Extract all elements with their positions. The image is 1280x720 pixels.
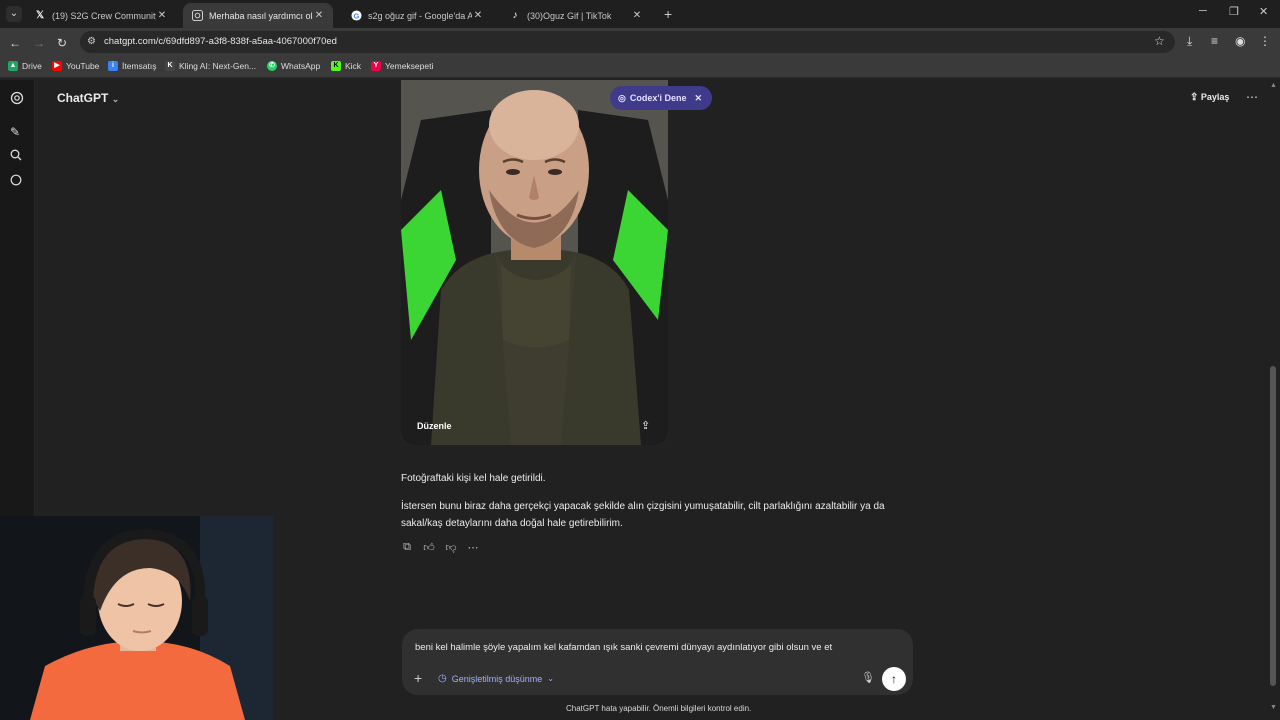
bookmark-label: Yemeksepeti <box>385 61 434 71</box>
close-icon[interactable]: ✕ <box>313 10 325 21</box>
bookmark-drive[interactable]: ▲ Drive <box>8 61 42 71</box>
x-logo-icon: 𝕏 <box>35 10 45 21</box>
disclaimer-text: ChatGPT hata yapabilir. Önemli bilgileri… <box>566 704 752 713</box>
add-attachment-icon[interactable]: + <box>414 670 422 686</box>
close-icon[interactable]: ✕ <box>472 10 484 21</box>
youtube-icon: ▶ <box>52 61 62 71</box>
google-logo-icon: G <box>350 10 362 22</box>
message-composer[interactable] <box>402 629 913 695</box>
close-icon[interactable]: ✕ <box>695 93 703 104</box>
assistant-message-paragraph: İstersen bunu biraz daha gerçekçi yapaca… <box>401 501 885 529</box>
share-button[interactable]: ⇪ Paylaş <box>1190 92 1229 103</box>
message-actions: ⧉ 👍︎ 👎︎ ⋯ <box>401 541 479 554</box>
tab-x[interactable]: 𝕏 (19) S2G Crew Community / X ✕ <box>26 3 176 28</box>
back-icon[interactable]: ← <box>9 36 21 50</box>
url-text[interactable]: chatgpt.com/c/69dfd897-a3f8-838f-a5aa-40… <box>104 36 337 47</box>
reload-icon[interactable]: ↻ <box>57 36 67 50</box>
edit-image-button[interactable]: Düzenle <box>417 421 452 431</box>
more-options-icon[interactable]: ⋯ <box>1246 90 1258 104</box>
minimize-icon[interactable]: ─ <box>1199 5 1207 17</box>
new-chat-icon[interactable]: ✎ <box>10 125 20 139</box>
bookmark-whatsapp[interactable]: ✆ WhatsApp <box>267 61 320 71</box>
codex-icon: ◎ <box>618 92 626 103</box>
generated-image[interactable] <box>401 80 668 445</box>
tab-title: Merhaba nasıl yardımcı olabilirim <box>209 10 313 21</box>
thinking-mode-selector[interactable]: ◷ Genişletilmiş düşünme ⌄ <box>438 673 554 684</box>
chatgpt-logo-icon <box>191 10 203 22</box>
bookmark-label: YouTube <box>66 61 100 71</box>
yemeksepeti-icon: Y <box>371 61 381 71</box>
microphone-icon[interactable]: 🎙︎ <box>861 671 875 684</box>
drive-icon: ▲ <box>8 61 18 71</box>
bookmark-label: Kick <box>345 61 362 71</box>
whatsapp-icon: ✆ <box>267 61 277 71</box>
bookmark-label: Drive <box>22 61 42 71</box>
bookmark-itemsatis[interactable]: i İtemsatış <box>108 61 156 71</box>
kick-icon: K <box>331 61 341 71</box>
thinking-icon: ◷ <box>438 673 447 684</box>
tiktok-logo-icon: ♪ <box>512 10 518 21</box>
browser-menu-icon[interactable]: ⋮ <box>1259 34 1271 48</box>
scrollbar-thumb[interactable] <box>1270 366 1276 686</box>
itemsatis-icon: i <box>108 61 118 71</box>
forward-icon[interactable]: → <box>33 36 45 50</box>
scroll-up-icon[interactable]: ▲ <box>1270 82 1277 89</box>
bookmark-yemeksepeti[interactable]: Y Yemeksepeti <box>371 61 433 71</box>
bookmark-youtube[interactable]: ▶ YouTube <box>52 61 99 71</box>
share-label: Paylaş <box>1200 92 1230 102</box>
svg-text:G: G <box>353 11 359 20</box>
webcam-overlay <box>0 516 273 720</box>
bookmark-star-icon[interactable]: ☆ <box>1154 34 1165 48</box>
tab-tiktok[interactable]: ♪ (30)Oguz Gif | TikTok ✕ <box>501 3 651 28</box>
copy-icon[interactable]: ⧉ <box>401 541 413 554</box>
new-tab-icon[interactable]: + <box>664 6 672 22</box>
chevron-down-icon: ⌄ <box>111 94 120 104</box>
chats-icon[interactable] <box>10 174 22 189</box>
bookmark-kick[interactable]: K Kick <box>331 61 361 71</box>
profile-icon[interactable]: ◉ <box>1235 34 1245 48</box>
restore-icon[interactable]: ❐ <box>1229 5 1239 18</box>
tab-search-icon[interactable]: ⌄ <box>6 6 22 22</box>
codex-promo-pill[interactable]: ◎ Codex'i Dene ✕ <box>610 86 713 110</box>
share-image-icon[interactable]: ⇪ <box>641 419 650 432</box>
close-icon[interactable]: ✕ <box>631 10 643 21</box>
more-actions-icon[interactable]: ⋯ <box>467 541 479 554</box>
bookmark-kling[interactable]: K Kling AI: Next-Gen... <box>165 61 256 71</box>
scroll-down-icon[interactable]: ▼ <box>1270 704 1277 711</box>
download-icon[interactable]: ⤓ <box>1187 34 1192 49</box>
kling-icon: K <box>165 61 175 71</box>
bookmark-label: Kling AI: Next-Gen... <box>179 61 257 71</box>
thumbs-up-icon[interactable]: 👍︎ <box>423 541 435 554</box>
window-close-icon[interactable]: ✕ <box>1259 5 1268 18</box>
browser-tab-strip: ⌄ 𝕏 (19) S2G Crew Community / X ✕ Merhab… <box>0 0 1280 28</box>
tab-title: (19) S2G Crew Community / X <box>52 10 156 21</box>
site-info-icon[interactable]: ⚙ <box>87 36 96 47</box>
bookmark-label: İtemsatış <box>122 61 157 71</box>
share-icon: ⇪ <box>1190 92 1199 103</box>
model-selector[interactable]: ChatGPT ⌄ <box>57 91 119 105</box>
search-icon[interactable] <box>10 149 22 164</box>
bookmark-label: WhatsApp <box>281 61 321 71</box>
send-button[interactable]: ↑ <box>882 667 906 691</box>
openai-logo-icon[interactable] <box>10 91 24 108</box>
thumbs-down-icon[interactable]: 👎︎ <box>445 541 457 554</box>
tab-title: s2g oğuz gif - Google'da Ara <box>368 10 472 21</box>
codex-label: Codex'i Dene <box>629 93 687 103</box>
media-control-icon[interactable]: ≡ <box>1211 34 1218 48</box>
tab-title: (30)Oguz Gif | TikTok <box>527 10 612 21</box>
close-icon[interactable]: ✕ <box>156 10 168 21</box>
app-title: ChatGPT <box>57 91 109 105</box>
tab-chatgpt[interactable]: Merhaba nasıl yardımcı olabilirim ✕ <box>183 3 333 28</box>
prompt-input[interactable]: beni kel halimle şöyle yapalım kel kafam… <box>415 642 832 653</box>
chevron-down-icon: ⌄ <box>547 674 554 683</box>
thinking-mode-label: Genişletilmiş düşünme <box>451 673 543 684</box>
tab-google[interactable]: G s2g oğuz gif - Google'da Ara ✕ <box>342 3 492 28</box>
assistant-message-line: Fotoğraftaki kişi kel hale getirildi. <box>401 473 546 484</box>
